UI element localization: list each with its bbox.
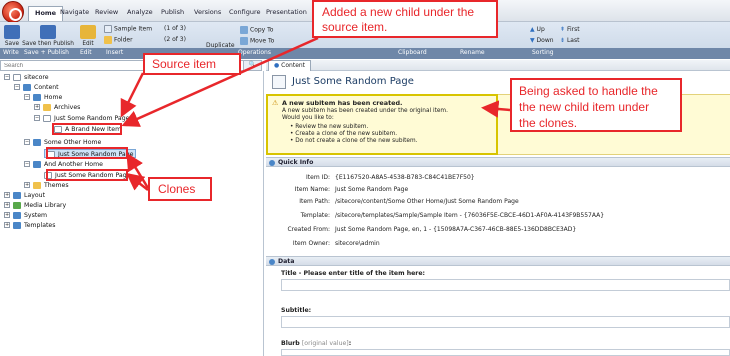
arrow-to-new-child (121, 36, 319, 127)
app-window: Home Navigate Review Analyze Publish Ver… (0, 0, 730, 356)
callout-handle-clones: Being asked to handle the the new child … (510, 78, 682, 132)
arrow-to-source (120, 72, 145, 118)
callout-new-child: Added a new child under the source item. (312, 0, 498, 38)
callout-source-item: Source item (143, 53, 241, 75)
arrow-to-warning (481, 100, 511, 118)
annotation-arrows (120, 36, 511, 191)
callout-clones: Clones (148, 177, 212, 201)
